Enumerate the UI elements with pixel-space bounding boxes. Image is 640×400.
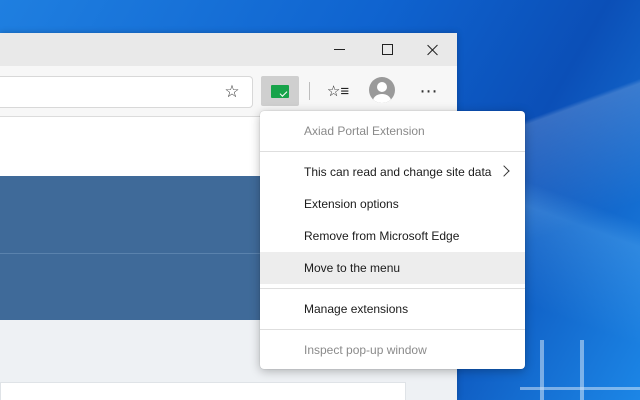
- menu-item-site-data[interactable]: This can read and change site data: [260, 156, 525, 188]
- menu-item-label: Inspect pop-up window: [304, 343, 427, 357]
- menu-item-remove[interactable]: Remove from Microsoft Edge: [260, 220, 525, 252]
- address-bar[interactable]: ☆: [0, 76, 253, 108]
- more-icon[interactable]: ⋯: [414, 78, 444, 104]
- menu-item-label: Manage extensions: [304, 302, 409, 316]
- extension-context-menu: Axiad Portal Extension This can read and…: [260, 111, 525, 369]
- minimize-button[interactable]: [316, 33, 362, 66]
- close-icon: [427, 44, 439, 56]
- menu-divider: [260, 288, 525, 289]
- menu-divider: [260, 151, 525, 152]
- star-icon[interactable]: ☆: [221, 81, 243, 103]
- maximize-button[interactable]: [364, 33, 410, 66]
- profile-icon[interactable]: [369, 77, 395, 103]
- extension-button[interactable]: [261, 76, 299, 106]
- chevron-right-icon: [498, 165, 510, 177]
- close-button[interactable]: [410, 33, 456, 66]
- wallpaper-window-pane: [520, 340, 640, 400]
- menu-item-label: Move to the menu: [304, 261, 401, 275]
- menu-item-label: Remove from Microsoft Edge: [304, 229, 460, 243]
- menu-item-manage-extensions[interactable]: Manage extensions: [260, 293, 525, 325]
- menu-title: Axiad Portal Extension: [260, 115, 525, 147]
- maximize-icon: [381, 44, 393, 55]
- menu-item-extension-options[interactable]: Extension options: [260, 188, 525, 220]
- menu-item-label: Extension options: [304, 197, 399, 211]
- title-bar: [0, 33, 457, 66]
- content-card: [0, 382, 406, 400]
- toolbar-divider: [309, 82, 310, 100]
- menu-title-text: Axiad Portal Extension: [304, 124, 425, 138]
- favorites-icon[interactable]: ☆≡: [324, 78, 352, 104]
- menu-item-inspect-popup[interactable]: Inspect pop-up window: [260, 334, 525, 366]
- browser-toolbar: ☆ ☆≡ ⋯: [0, 66, 457, 117]
- extension-icon: [271, 84, 289, 98]
- minimize-icon: [333, 49, 345, 50]
- menu-item-label: This can read and change site data: [304, 165, 492, 179]
- menu-divider: [260, 329, 525, 330]
- menu-item-move-to-menu[interactable]: Move to the menu: [260, 252, 525, 284]
